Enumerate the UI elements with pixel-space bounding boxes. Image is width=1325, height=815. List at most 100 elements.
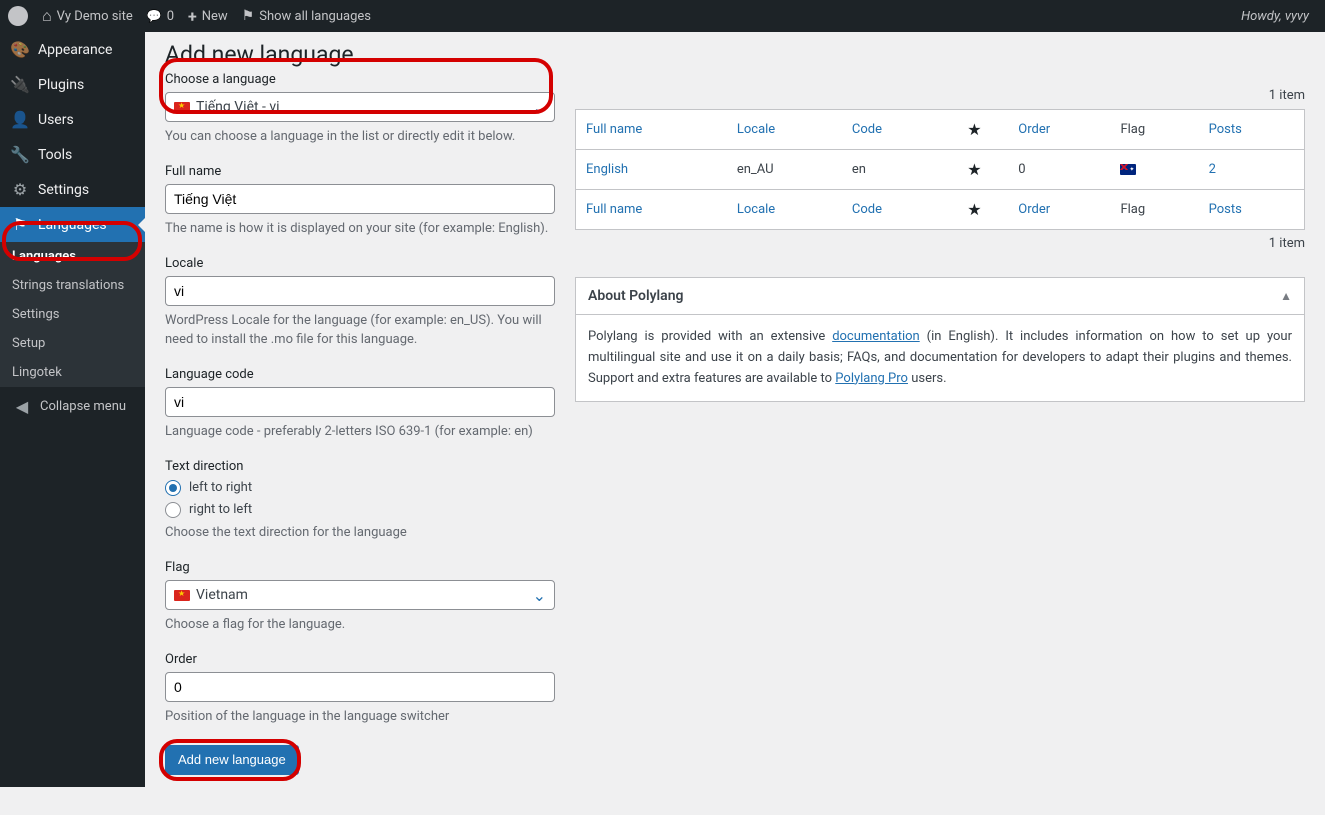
- flag-value: Vietnam: [196, 587, 248, 603]
- col-flag: Flag: [1110, 110, 1198, 150]
- order-label: Order: [165, 652, 555, 667]
- col-posts[interactable]: Posts: [1199, 190, 1305, 230]
- flag-icon: [242, 8, 255, 24]
- table-row: English en_AU en ★ 0 2: [576, 150, 1305, 190]
- new-link[interactable]: New: [188, 7, 228, 26]
- menu-label: Plugins: [38, 77, 84, 93]
- direction-desc: Choose the text direction for the langua…: [165, 524, 555, 542]
- plugins-icon: 🔌: [10, 75, 30, 94]
- cell-posts[interactable]: 2: [1199, 150, 1305, 190]
- page-title: Add new language: [165, 32, 1305, 72]
- radio-ltr[interactable]: left to right: [165, 480, 555, 496]
- radio-icon: [165, 480, 181, 496]
- new-label: New: [202, 9, 228, 24]
- field-flag: Flag Vietnam ⌄ Choose a flag for the lan…: [165, 560, 555, 634]
- tablenav-bottom: 1 item: [575, 230, 1305, 257]
- code-input[interactable]: [165, 387, 555, 417]
- table-header-row: Full name Locale Code ★ Order Flag Posts: [576, 110, 1305, 150]
- locale-label: Locale: [165, 256, 555, 271]
- about-polylang-box: About Polylang ▲ Polylang is provided wi…: [575, 277, 1305, 402]
- choose-language-desc: You can choose a language in the list or…: [165, 128, 555, 146]
- menu-tools[interactable]: 🔧 Tools: [0, 137, 145, 172]
- cell-locale: en_AU: [727, 150, 842, 190]
- australia-flag-icon: [1120, 164, 1136, 175]
- languages-list-panel: 1 item Full name Locale Code ★ Order Fla…: [575, 72, 1305, 402]
- languages-table: Full name Locale Code ★ Order Flag Posts…: [575, 109, 1305, 230]
- col-default: ★: [941, 110, 1009, 150]
- about-title: About Polylang: [588, 288, 683, 304]
- cell-fullname[interactable]: English: [576, 150, 727, 190]
- documentation-link[interactable]: documentation: [832, 329, 920, 344]
- add-language-form: Choose a language Tiếng Việt - vi ⌄ You …: [165, 72, 555, 775]
- table-footer-row: Full name Locale Code ★ Order Flag Posts: [576, 190, 1305, 230]
- menu-appearance[interactable]: 🎨 Appearance: [0, 32, 145, 67]
- about-text: users.: [908, 371, 947, 386]
- cell-flag: [1110, 150, 1198, 190]
- flag-select[interactable]: Vietnam ⌄: [165, 580, 555, 610]
- menu-plugins[interactable]: 🔌 Plugins: [0, 67, 145, 102]
- site-link[interactable]: Vy Demo site: [42, 6, 133, 26]
- vietnam-flag-icon: [174, 590, 190, 601]
- wp-logo[interactable]: [8, 6, 28, 26]
- submenu-setup[interactable]: Setup: [0, 329, 145, 358]
- submenu-languages[interactable]: Languages: [0, 242, 145, 271]
- locale-input[interactable]: [165, 276, 555, 306]
- show-all-label: Show all languages: [259, 9, 371, 24]
- chevron-down-icon: ⌄: [533, 98, 546, 117]
- polylang-pro-link[interactable]: Polylang Pro: [835, 371, 908, 386]
- flag-label: Flag: [165, 560, 555, 575]
- col-posts[interactable]: Posts: [1199, 110, 1305, 150]
- radio-rtl[interactable]: right to left: [165, 502, 555, 518]
- col-code[interactable]: Code: [842, 190, 941, 230]
- tools-icon: 🔧: [10, 145, 30, 164]
- home-icon: [42, 6, 52, 26]
- rtl-label: right to left: [189, 502, 252, 517]
- wordpress-icon: [8, 6, 28, 26]
- menu-label: Tools: [38, 147, 72, 163]
- submenu-lingotek[interactable]: Lingotek: [0, 358, 145, 387]
- show-all-languages[interactable]: Show all languages: [242, 8, 371, 24]
- menu-users[interactable]: 👤Users: [0, 102, 145, 137]
- vietnam-flag-icon: [174, 102, 190, 113]
- page-wrap: Add new language Choose a language Tiếng…: [145, 32, 1325, 815]
- submenu-settings[interactable]: Settings: [0, 300, 145, 329]
- collapse-menu[interactable]: ◀ Collapse menu: [0, 387, 145, 426]
- order-desc: Position of the language in the language…: [165, 708, 555, 726]
- about-toggle[interactable]: About Polylang ▲: [576, 278, 1304, 315]
- code-desc: Language code - preferably 2-letters ISO…: [165, 423, 555, 441]
- col-order[interactable]: Order: [1008, 190, 1110, 230]
- col-fullname[interactable]: Full name: [576, 110, 727, 150]
- choose-language-select[interactable]: Tiếng Việt - vi ⌄: [165, 92, 555, 122]
- col-locale[interactable]: Locale: [727, 110, 842, 150]
- locale-desc: WordPress Locale for the language (for e…: [165, 312, 555, 348]
- col-fullname[interactable]: Full name: [576, 190, 727, 230]
- code-label: Language code: [165, 367, 555, 382]
- collapse-icon: ◀: [12, 397, 32, 416]
- cell-default[interactable]: ★: [941, 150, 1009, 190]
- fullname-desc: The name is how it is displayed on your …: [165, 220, 555, 238]
- menu-settings[interactable]: ⚙Settings: [0, 172, 145, 207]
- settings-icon: ⚙: [10, 180, 30, 199]
- menu-languages[interactable]: ⚑Languages: [0, 207, 145, 242]
- fullname-input[interactable]: [165, 184, 555, 214]
- comments-link[interactable]: 0: [147, 9, 174, 24]
- col-locale[interactable]: Locale: [727, 190, 842, 230]
- languages-submenu: Languages Strings translations Settings …: [0, 242, 145, 387]
- site-name: Vy Demo site: [57, 9, 133, 24]
- field-locale: Locale WordPress Locale for the language…: [165, 256, 555, 348]
- menu-label: Languages: [38, 217, 107, 233]
- add-language-button[interactable]: Add new language: [165, 745, 299, 775]
- users-icon: 👤: [10, 110, 30, 129]
- choose-language-value: Tiếng Việt - vi: [196, 99, 280, 115]
- fullname-label: Full name: [165, 164, 555, 179]
- howdy[interactable]: Howdy, vyvy: [1241, 9, 1317, 24]
- ltr-label: left to right: [189, 480, 252, 495]
- col-default: ★: [941, 190, 1009, 230]
- col-order[interactable]: Order: [1008, 110, 1110, 150]
- col-code[interactable]: Code: [842, 110, 941, 150]
- field-direction: Text direction left to right right to le…: [165, 459, 555, 542]
- menu-label: Appearance: [38, 42, 112, 58]
- appearance-icon: 🎨: [10, 40, 30, 59]
- submenu-strings[interactable]: Strings translations: [0, 271, 145, 300]
- order-input[interactable]: [165, 672, 555, 702]
